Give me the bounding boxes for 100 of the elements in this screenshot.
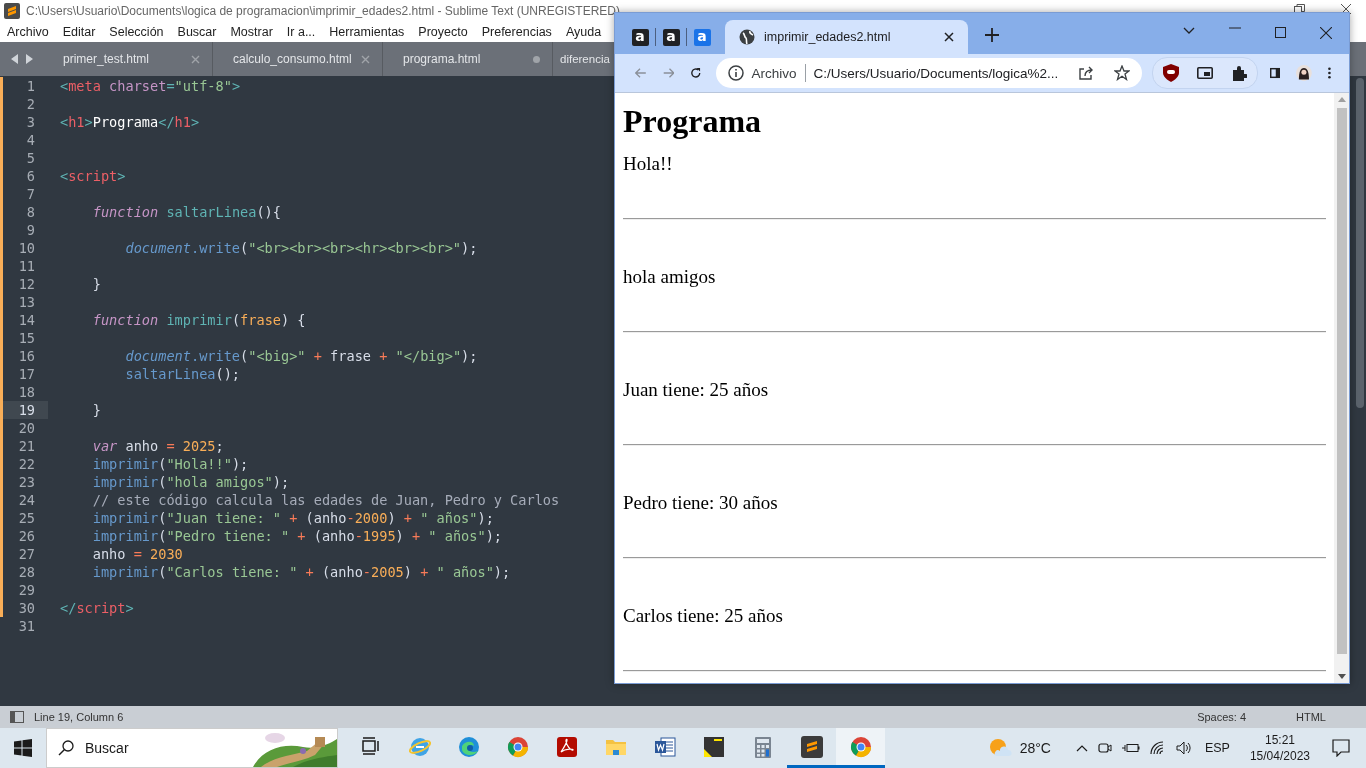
- line-number: 30: [17, 599, 36, 617]
- line-number: 26: [17, 527, 36, 545]
- editor-tab[interactable]: diferencia: [553, 42, 613, 76]
- browser-icon: [457, 735, 480, 758]
- code-line: <meta charset="utf-8">: [59, 77, 241, 95]
- notification-icon[interactable]: [1332, 739, 1350, 757]
- shield-icon[interactable]: [1163, 64, 1180, 82]
- puzzle-icon[interactable]: [1231, 65, 1248, 81]
- weather-temperature[interactable]: 28°C: [1019, 740, 1051, 756]
- code-line: <script>: [59, 167, 126, 185]
- camera-icon[interactable]: [1097, 741, 1112, 755]
- browser-tab[interactable]: imprimir_edades2.html: [725, 20, 968, 54]
- star-icon[interactable]: [1114, 65, 1131, 81]
- more-menu-icon[interactable]: [1328, 65, 1331, 81]
- code-line: anho = 2030: [91, 545, 183, 563]
- line-number: 25: [17, 509, 36, 527]
- code-line: imprimir("Hola!!");: [91, 455, 249, 473]
- panel-toggle-icon[interactable]: [10, 711, 24, 723]
- line-number: 8: [25, 203, 36, 221]
- line-number: 17: [17, 365, 36, 383]
- menu-item[interactable]: Editar: [55, 25, 103, 39]
- line-number: 14: [17, 311, 36, 329]
- tab-navigation-icon[interactable]: [10, 53, 34, 65]
- share-icon[interactable]: [1078, 65, 1095, 81]
- tab-search-icon[interactable]: [1183, 27, 1195, 35]
- menu-item[interactable]: Proyecto: [411, 25, 475, 39]
- code-line: imprimir("Carlos tiene: " + (anho-2005) + " años");: [91, 563, 511, 581]
- code-line: // este código calcula las edades de Juan, Pedro y Carlos: [91, 491, 560, 509]
- menu-item[interactable]: Mostrar: [223, 25, 280, 39]
- scrollbar-thumb[interactable]: [1336, 108, 1347, 654]
- scroll-down-icon[interactable]: [1337, 674, 1346, 679]
- wifi-icon[interactable]: [1149, 741, 1166, 755]
- restore-icon[interactable]: [1294, 4, 1306, 14]
- menu-item[interactable]: Archivo: [0, 25, 56, 39]
- address-bar[interactable]: Archivo C:/Users/Usuario/Documents/logica%2...: [715, 58, 1143, 88]
- sticky-note-icon: [702, 735, 725, 758]
- chevron-up-icon[interactable]: [1075, 744, 1088, 752]
- sublime-icon: [800, 735, 823, 758]
- menu-item[interactable]: Selección: [102, 25, 171, 39]
- windows-start-icon[interactable]: [14, 739, 32, 757]
- pinned-tab[interactable]: a: [687, 21, 717, 54]
- line-number: 3: [25, 113, 36, 131]
- code-line: document.write("<big>" + frase + "</big>");: [124, 347, 478, 365]
- indentation-setting[interactable]: Spaces: 4: [1177, 711, 1267, 723]
- line-number: 28: [17, 563, 36, 581]
- chrome-icon: [506, 735, 529, 758]
- word-icon: [653, 735, 676, 758]
- code-line: function imprimir(frase) {: [91, 311, 306, 329]
- task-view-icon: [359, 735, 382, 758]
- close-icon[interactable]: [1340, 4, 1352, 14]
- code-line: imprimir("Pedro tiene: " + (anho-1995) + " años");: [91, 527, 502, 545]
- syntax-setting[interactable]: HTML: [1276, 711, 1356, 723]
- line-number: 2: [25, 95, 36, 113]
- page-heading: Programa: [623, 103, 763, 139]
- new-tab-icon[interactable]: [985, 28, 999, 42]
- language-indicator[interactable]: ESP: [1204, 741, 1230, 755]
- code-line: function saltarLinea(){: [91, 203, 281, 221]
- avatar-icon[interactable]: [1296, 62, 1313, 84]
- menu-item[interactable]: Preferencias: [474, 25, 559, 39]
- line-number: 27: [17, 545, 36, 563]
- taskbar-app[interactable]: [836, 728, 885, 768]
- line-number: 11: [17, 257, 36, 275]
- sublime-logo-icon: [4, 3, 20, 19]
- window-title: C:\Users\Usuario\Documents\logica de programacion\imprimir_edades2.html - Sublime Text (UNREGISTERED): [26, 4, 620, 18]
- close-icon[interactable]: [944, 32, 954, 42]
- line-number: 12: [17, 275, 36, 293]
- side-panel-icon[interactable]: [1270, 66, 1281, 80]
- menu-item[interactable]: Buscar: [170, 25, 224, 39]
- pinned-tab[interactable]: a: [656, 21, 686, 54]
- line-number: 10: [17, 239, 36, 257]
- picture-in-picture-icon[interactable]: [1197, 67, 1214, 79]
- line-number: 29: [17, 581, 36, 599]
- output-text: Carlos tiene: 25 años: [623, 605, 784, 627]
- line-number: 31: [17, 617, 36, 635]
- line-number: 9: [25, 221, 36, 239]
- code-line: imprimir("hola amigos");: [91, 473, 290, 491]
- menu-item[interactable]: Herramientas: [322, 25, 412, 39]
- reload-icon[interactable]: [690, 65, 702, 81]
- menu-item[interactable]: Ir a...: [279, 25, 323, 39]
- line-number: 4: [25, 131, 36, 149]
- battery-icon[interactable]: [1121, 742, 1140, 754]
- browser-icon: [408, 735, 431, 758]
- speaker-icon[interactable]: [1175, 741, 1192, 755]
- menu-item[interactable]: Ayuda: [558, 25, 609, 39]
- scrollbar[interactable]: [1356, 78, 1364, 408]
- line-number: 24: [17, 491, 36, 509]
- line-number: 23: [17, 473, 36, 491]
- line-number: 22: [17, 455, 36, 473]
- close-icon[interactable]: [1320, 27, 1332, 39]
- maximize-icon[interactable]: [1275, 27, 1286, 38]
- code-line: }: [91, 275, 101, 293]
- line-number: 5: [25, 149, 36, 167]
- code-line: saltarLinea();: [124, 365, 241, 383]
- code-line: document.write("<br><br><br><hr><br><br>");: [124, 239, 478, 257]
- pdf-icon: [555, 735, 578, 758]
- line-number: 1: [25, 77, 36, 95]
- line-number: 7: [25, 185, 36, 203]
- clock[interactable]: 15:21 15/04/2023: [1249, 732, 1310, 764]
- code-line: </script>: [59, 599, 134, 617]
- pinned-tab[interactable]: a: [625, 21, 655, 54]
